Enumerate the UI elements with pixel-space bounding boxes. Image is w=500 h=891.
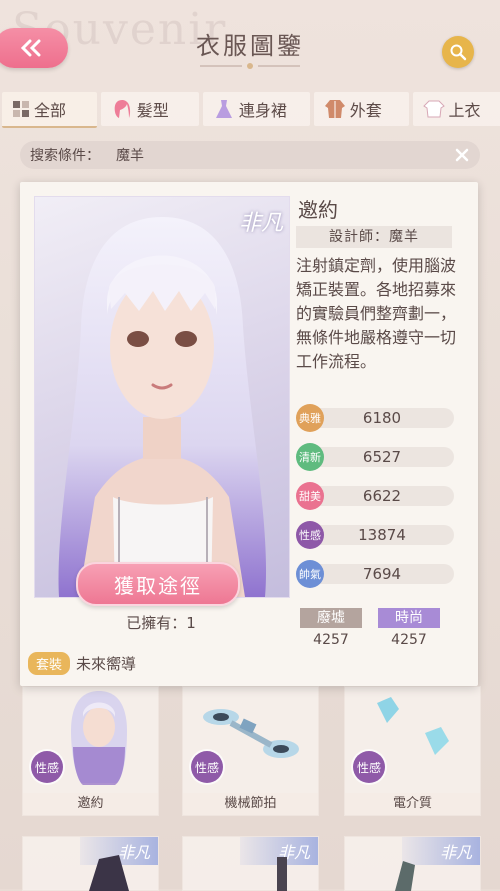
grid-card-2[interactable]: 性感 機械節拍 <box>182 686 319 816</box>
attribute-value: 13874 <box>310 525 454 545</box>
tab-all[interactable]: 全部 <box>2 92 97 128</box>
attribute-icon: 甜美 <box>296 482 324 510</box>
search-icon <box>449 43 467 61</box>
attribute-cool: 帥氣 7694 <box>296 562 456 586</box>
owned-count: 已擁有：1 <box>34 612 288 633</box>
attribute-value: 6527 <box>310 447 454 467</box>
item-thumbnail-icon <box>79 851 139 891</box>
attr-chip: 性感 <box>353 751 385 783</box>
tab-label: 連身裙 <box>239 97 287 121</box>
tab-top[interactable]: 上衣 <box>413 92 500 126</box>
shirt-icon <box>423 98 445 120</box>
set-name[interactable]: 未來嚮導 <box>76 653 136 674</box>
tab-hair[interactable]: 髮型 <box>101 92 199 126</box>
grid-icon <box>12 100 30 118</box>
attribute-icon: 性感 <box>296 521 324 549</box>
tab-label: 髮型 <box>137 97 169 121</box>
title-ornament-icon <box>200 62 300 70</box>
character-portrait-image <box>35 197 289 597</box>
grid-card-3[interactable]: 性感 電介質 <box>344 686 481 816</box>
item-thumbnail-icon <box>263 851 303 891</box>
tab-label: 外套 <box>350 97 382 121</box>
obtain-route-button[interactable]: 獲取途徑 <box>76 562 240 606</box>
hair-icon <box>111 98 133 120</box>
search-button[interactable] <box>442 36 474 68</box>
item-detail-popup: 非凡 獲取途徑 已擁有：1 套裝 未來嚮導 邀約 設計師：魔羊 注射鎮定劑，使用… <box>20 182 478 686</box>
hair-thumbnail-icon <box>59 687 139 787</box>
attribute-icon: 典雅 <box>296 404 324 432</box>
attribute-value: 7694 <box>310 564 454 584</box>
grid-card-6[interactable]: 非凡 <box>344 836 481 891</box>
page-title: 衣服圖鑒 <box>0 26 500 61</box>
attribute-elegant: 典雅 6180 <box>296 406 456 430</box>
category-tabs: 全部 髮型 連身裙 外套 上衣 <box>0 92 500 126</box>
item-thumbnail-icon <box>389 851 429 891</box>
search-filter-bar: 搜索條件： 魔羊 <box>20 141 480 169</box>
attr-chip: 性感 <box>31 751 63 783</box>
rarity-label: 非凡 <box>239 205 283 237</box>
item-description: 注射鎮定劑，使用腦波矯正裝置。各地招募來的實驗員們整齊劃一，無條件地嚴格遵守一切… <box>296 254 464 374</box>
item-portrait: 非凡 <box>34 196 290 598</box>
attribute-icon: 帥氣 <box>296 560 324 588</box>
item-name: 邀約 <box>298 194 338 223</box>
coat-icon <box>324 98 346 120</box>
filter-label: 搜索條件： <box>30 145 100 165</box>
designer-label: 設計師：魔羊 <box>296 226 452 248</box>
attribute-sexy: 性感 13874 <box>296 523 456 547</box>
filter-value: 魔羊 <box>116 145 144 165</box>
tag-fashion: 時尚 <box>378 608 440 628</box>
tab-label: 上衣 <box>449 97 481 121</box>
attribute-value: 6622 <box>310 486 454 506</box>
grid-card-4[interactable]: 非凡 <box>22 836 159 891</box>
grid-card-label: 電介質 <box>345 793 480 815</box>
close-icon[interactable] <box>452 145 472 165</box>
tag-ruins: 廢墟 <box>300 608 362 628</box>
grid-card-1[interactable]: 性感 邀約 <box>22 686 159 816</box>
attr-chip: 性感 <box>191 751 223 783</box>
tab-label: 全部 <box>34 97 66 121</box>
rarity-label: 非凡 <box>440 839 472 863</box>
set-info: 套裝 未來嚮導 <box>28 652 136 675</box>
dress-icon <box>213 98 235 120</box>
attribute-value: 6180 <box>310 408 454 428</box>
grid-card-5[interactable]: 非凡 <box>182 836 319 891</box>
tag-fashion-value: 4257 <box>378 632 440 648</box>
grid-card-label: 機械節拍 <box>183 793 318 815</box>
set-badge: 套裝 <box>28 652 70 675</box>
tag-ruins-value: 4257 <box>300 632 362 648</box>
attribute-fresh: 清新 6527 <box>296 445 456 469</box>
tab-dress[interactable]: 連身裙 <box>203 92 310 126</box>
attribute-sweet: 甜美 6622 <box>296 484 456 508</box>
tab-coat[interactable]: 外套 <box>314 92 409 126</box>
grid-card-label: 邀約 <box>23 793 158 815</box>
attribute-icon: 清新 <box>296 443 324 471</box>
